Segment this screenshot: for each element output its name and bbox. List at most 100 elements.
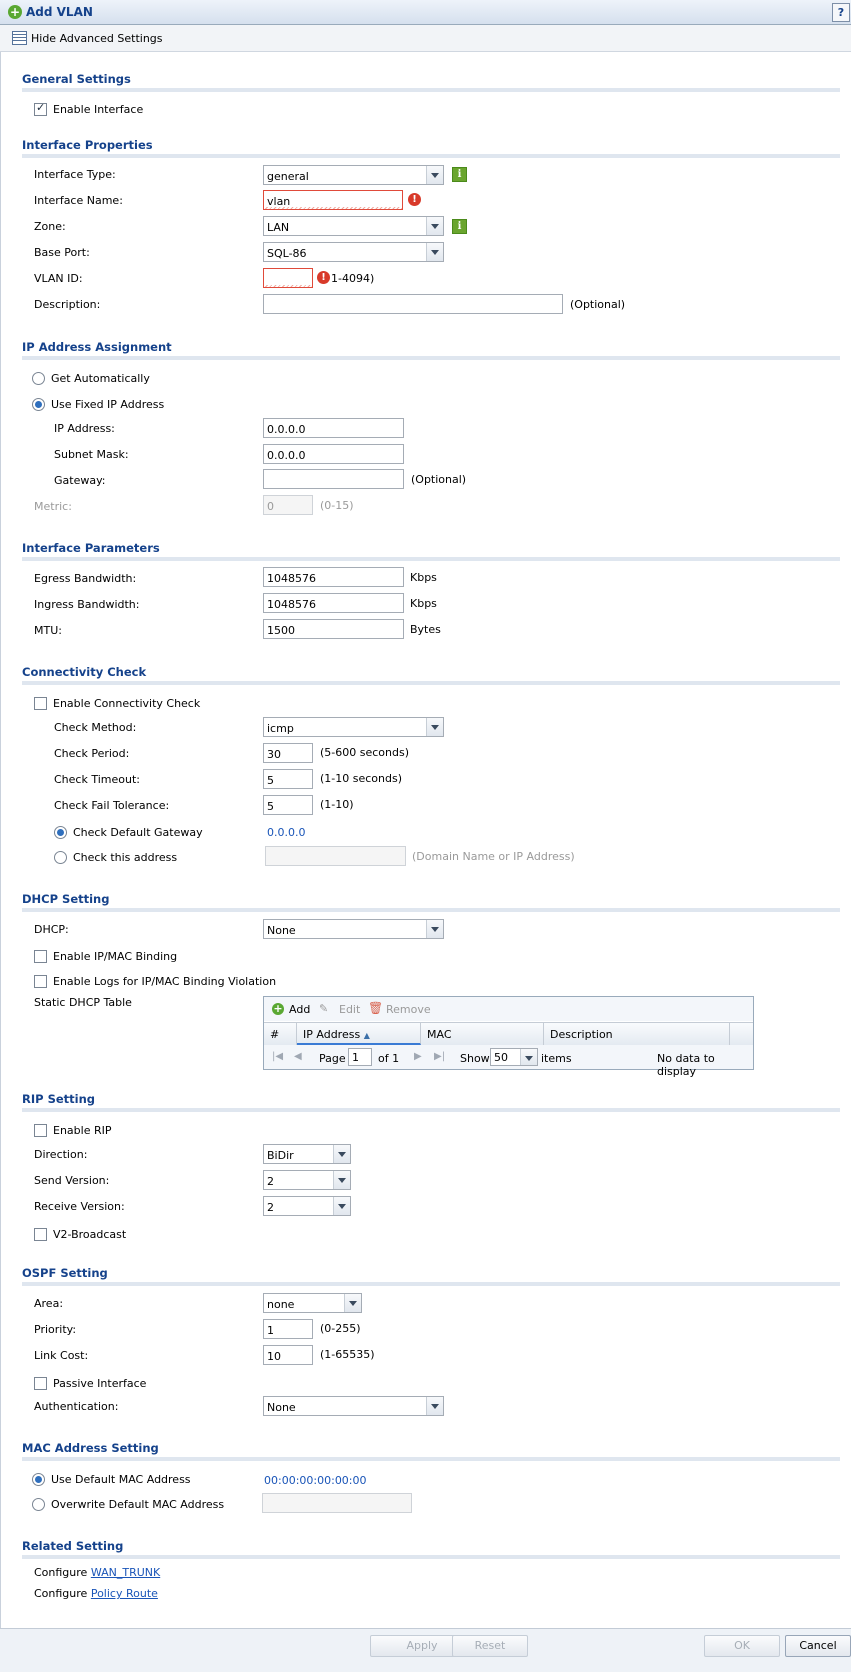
link-cost-label: Link Cost: — [34, 1349, 89, 1362]
page-size-value: 50 — [494, 1051, 508, 1064]
check-this-address-radio[interactable] — [54, 851, 67, 864]
area-select[interactable]: none — [263, 1293, 362, 1313]
chevron-down-icon — [333, 1171, 350, 1189]
vlan-id-input[interactable] — [263, 268, 313, 288]
show-label: Show — [460, 1052, 490, 1065]
page-number-input[interactable]: 1 — [348, 1048, 372, 1066]
info-icon[interactable]: i — [452, 167, 467, 182]
first-page-icon[interactable]: |◀ — [272, 1051, 283, 1062]
check-fail-tolerance-hint: (1-10) — [320, 798, 354, 811]
ingress-bandwidth-input[interactable]: 1048576 — [263, 593, 404, 613]
next-page-icon[interactable]: ▶ — [414, 1051, 422, 1062]
column-header-ip-address[interactable]: IP Address ▲ — [297, 1023, 421, 1045]
wan-trunk-link[interactable]: WAN_TRUNK — [91, 1566, 160, 1579]
check-method-select[interactable]: icmp — [263, 717, 444, 737]
description-hint: (Optional) — [570, 298, 626, 311]
overwrite-mac-input[interactable] — [262, 1493, 412, 1513]
enable-ip-mac-binding-label: Enable IP/MAC Binding — [53, 950, 178, 963]
gateway-input[interactable] — [263, 469, 404, 489]
page-size-select[interactable]: 50 — [490, 1048, 538, 1066]
link-cost-input[interactable]: 10 — [263, 1345, 313, 1365]
configure-policy-route-row: Configure Policy Route — [34, 1587, 158, 1600]
check-address-hint: (Domain Name or IP Address) — [412, 850, 575, 863]
default-mac-value: 00:00:00:00:00:00 — [264, 1474, 367, 1487]
page-of-label: of 1 — [378, 1052, 400, 1065]
grid-header: # IP Address ▲ MAC Description — [264, 1022, 753, 1046]
check-method-label: Check Method: — [54, 721, 137, 734]
enable-rip-checkbox[interactable] — [34, 1124, 47, 1137]
priority-input[interactable]: 1 — [263, 1319, 313, 1339]
check-fail-tolerance-label: Check Fail Tolerance: — [54, 799, 170, 812]
receive-version-select[interactable]: 2 — [263, 1196, 351, 1216]
overwrite-mac-radio[interactable] — [32, 1498, 45, 1511]
zone-select[interactable]: LAN — [263, 216, 444, 236]
info-icon[interactable]: i — [452, 219, 467, 234]
last-page-icon[interactable]: ▶| — [434, 1051, 445, 1062]
area-value: none — [267, 1298, 295, 1311]
chevron-down-icon — [520, 1049, 537, 1065]
enable-logs-checkbox[interactable] — [34, 975, 47, 988]
ok-button[interactable]: OK — [704, 1635, 780, 1657]
enable-ip-mac-binding-checkbox[interactable] — [34, 950, 47, 963]
interface-name-input[interactable]: vlan — [263, 190, 403, 210]
receive-version-label: Receive Version: — [34, 1200, 125, 1213]
subnet-mask-input[interactable]: 0.0.0.0 — [263, 444, 404, 464]
section-ip-address-assignment: IP Address Assignment — [22, 340, 840, 360]
check-address-input[interactable] — [265, 846, 406, 866]
egress-unit: Kbps — [410, 571, 437, 584]
dhcp-select[interactable]: None — [263, 919, 444, 939]
direction-select[interactable]: BiDir — [263, 1144, 351, 1164]
column-header-number[interactable]: # — [264, 1023, 297, 1045]
zone-value: LAN — [267, 221, 290, 234]
remove-button[interactable]: Remove — [386, 1003, 431, 1016]
check-default-gateway-radio[interactable] — [54, 826, 67, 839]
metric-input[interactable]: 0 — [263, 495, 313, 515]
error-icon: ! — [317, 271, 330, 284]
check-timeout-input[interactable]: 5 — [263, 769, 313, 789]
passive-interface-checkbox[interactable] — [34, 1377, 47, 1390]
use-fixed-ip-radio[interactable] — [32, 398, 45, 411]
edit-button[interactable]: Edit — [339, 1003, 360, 1016]
v2-broadcast-checkbox[interactable] — [34, 1228, 47, 1241]
enable-logs-label: Enable Logs for IP/MAC Binding Violation — [53, 975, 277, 988]
description-input[interactable] — [263, 294, 563, 314]
section-related-setting: Related Setting — [22, 1539, 840, 1559]
window-title: Add VLAN — [26, 5, 93, 19]
previous-page-icon[interactable]: ◀ — [294, 1051, 302, 1062]
section-mac-address-setting: MAC Address Setting — [22, 1441, 840, 1461]
priority-label: Priority: — [34, 1323, 77, 1336]
reset-button[interactable]: Reset — [452, 1635, 528, 1657]
gateway-hint: (Optional) — [411, 473, 467, 486]
check-period-input[interactable]: 30 — [263, 743, 313, 763]
enable-interface-checkbox[interactable] — [34, 101, 47, 116]
authentication-value: None — [267, 1401, 296, 1414]
authentication-select[interactable]: None — [263, 1396, 444, 1416]
hide-advanced-settings-link[interactable]: Hide Advanced Settings — [31, 32, 163, 45]
check-fail-tolerance-input[interactable]: 5 — [263, 795, 313, 815]
egress-bandwidth-input[interactable]: 1048576 — [263, 567, 404, 587]
ingress-unit: Kbps — [410, 597, 437, 610]
send-version-select[interactable]: 2 — [263, 1170, 351, 1190]
chevron-down-icon — [426, 718, 443, 736]
policy-route-link[interactable]: Policy Route — [91, 1587, 158, 1600]
interface-type-select[interactable]: general — [263, 165, 444, 185]
static-dhcp-table: + Add ✎ Edit 🗑 Remove # IP Address ▲ MAC… — [263, 996, 754, 1078]
help-button[interactable]: ? — [832, 3, 850, 22]
enable-connectivity-check-checkbox[interactable] — [34, 697, 47, 710]
column-header-description[interactable]: Description — [544, 1023, 730, 1045]
ip-address-header-text: IP Address — [303, 1028, 361, 1041]
page-label: Page — [319, 1052, 346, 1065]
column-header-mac[interactable]: MAC — [421, 1023, 544, 1045]
gateway-label: Gateway: — [54, 474, 106, 487]
no-data-message: No data to display — [657, 1052, 715, 1078]
add-button[interactable]: Add — [289, 1003, 310, 1016]
get-automatically-radio[interactable] — [32, 372, 45, 385]
configure-wan-trunk-row: Configure WAN_TRUNK — [34, 1566, 160, 1579]
mtu-input[interactable]: 1500 — [263, 619, 404, 639]
base-port-select[interactable]: SQL-86 — [263, 242, 444, 262]
ip-address-input[interactable]: 0.0.0.0 — [263, 418, 404, 438]
configure-label: Configure — [34, 1566, 88, 1579]
use-default-mac-radio[interactable] — [32, 1473, 45, 1486]
cancel-button[interactable]: Cancel — [785, 1635, 851, 1657]
area-label: Area: — [34, 1297, 64, 1310]
